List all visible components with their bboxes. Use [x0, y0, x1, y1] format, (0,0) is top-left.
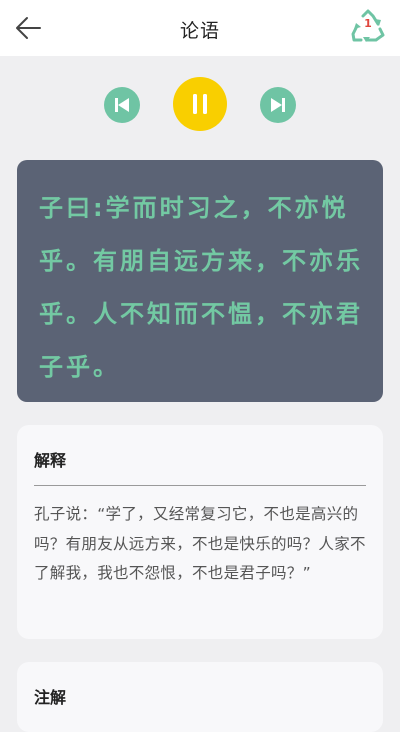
- explanation-text: 孔子说：“学了，又经常复习它，不也是高兴的吗？有朋友从远方来，不也是快乐的吗？人…: [34, 505, 366, 582]
- notes-title: 注解: [34, 688, 67, 707]
- recycle-button[interactable]: 1: [350, 8, 386, 44]
- divider: [34, 485, 366, 486]
- quote-text: 子曰:学而时习之，不亦悦乎。有朋自远方来，不亦乐乎。人不知而不愠，不亦君子乎。: [39, 194, 363, 381]
- explanation-card: 解释 孔子说：“学了，又经常复习它，不也是高兴的吗？有朋友从远方来，不也是快乐的…: [17, 425, 383, 639]
- next-button[interactable]: [260, 87, 296, 123]
- quote-card: 子曰:学而时习之，不亦悦乎。有朋自远方来，不亦乐乎。人不知而不愠，不亦君子乎。: [17, 160, 383, 402]
- fast-forward-icon: [271, 98, 285, 112]
- recycle-count: 1: [364, 17, 372, 30]
- pause-button[interactable]: [173, 77, 227, 131]
- explanation-title: 解释: [34, 451, 67, 470]
- page-title: 论语: [179, 20, 220, 42]
- player-controls: [0, 77, 400, 133]
- rewind-icon: [115, 98, 129, 112]
- pause-icon: [193, 94, 207, 114]
- previous-button[interactable]: [104, 87, 140, 123]
- app-header: 论语 1: [0, 0, 400, 56]
- notes-card: 注解: [17, 662, 383, 732]
